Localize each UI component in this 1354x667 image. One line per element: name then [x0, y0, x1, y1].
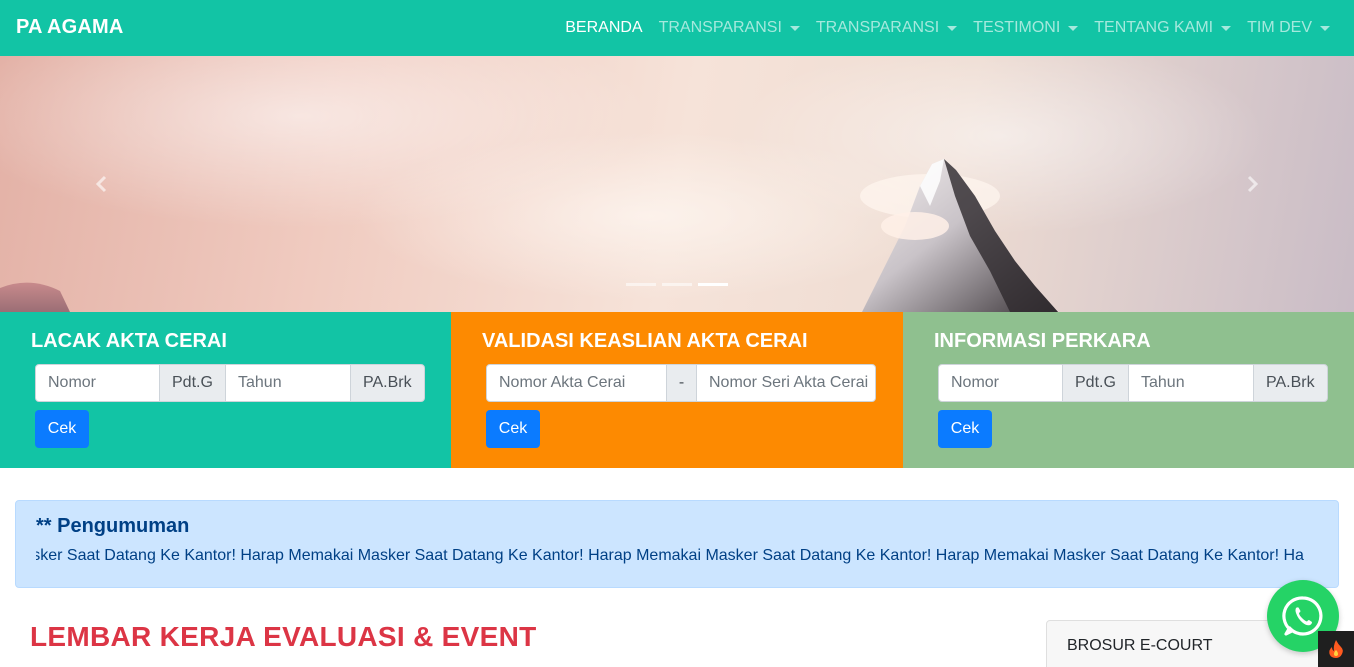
- carousel-prev-button[interactable]: [92, 174, 112, 194]
- lacak-pdtg-addon: Pdt.G: [159, 364, 226, 402]
- carousel-indicator-2[interactable]: [662, 283, 692, 286]
- lacak-tahun-input[interactable]: Tahun: [225, 364, 351, 402]
- announcement-marquee: Masker Saat Datang Ke Kantor! Harap Mema…: [36, 545, 1318, 567]
- caret-down-icon: [1221, 25, 1232, 31]
- nav-item-label: TRANSPARANSI: [815, 19, 940, 36]
- validasi-input-group: Nomor Akta Cerai - Nomor Seri Akta Cerai: [486, 364, 876, 402]
- nav-item-label: BERANDA: [565, 19, 643, 36]
- section-title: LEMBAR KERJA EVALUASI & EVENT: [30, 621, 537, 652]
- chevron-right-icon: [1247, 175, 1259, 193]
- announcement-title: ** Pengumuman: [36, 515, 190, 537]
- panel-title: LACAK AKTA CERAI: [31, 330, 227, 352]
- chevron-left-icon: [95, 175, 107, 193]
- informasi-perkara-panel: INFORMASI PERKARA Nomor Pdt.G Tahun PA.B…: [903, 312, 1354, 468]
- separator-addon: -: [666, 364, 697, 402]
- nav-menu: BERANDA TRANSPARANSI TRANSPARANSI TESTIM…: [557, 0, 1338, 56]
- carousel-indicators: [626, 283, 728, 286]
- announcement-alert: ** Pengumuman Masker Saat Datang Ke Kant…: [15, 500, 1339, 588]
- nav-item-tentang-kami[interactable]: TENTANG KAMI: [1086, 19, 1239, 37]
- caret-down-icon: [789, 25, 800, 31]
- perkara-nomor-input[interactable]: Nomor: [938, 364, 1063, 402]
- nav-item-tim-dev[interactable]: TIM DEV: [1239, 19, 1338, 37]
- nav-item-label: TESTIMONI: [973, 19, 1061, 36]
- lacak-akta-cerai-panel: LACAK AKTA CERAI Nomor Pdt.G Tahun PA.Br…: [0, 312, 451, 468]
- carousel-indicator-1[interactable]: [626, 283, 656, 286]
- lacak-pabrk-addon: PA.Brk: [350, 364, 425, 402]
- perkara-input-group: Nomor Pdt.G Tahun PA.Brk: [938, 364, 1328, 402]
- nav-item-label: TRANSPARANSI: [658, 19, 782, 36]
- caret-down-icon: [1068, 25, 1079, 31]
- validasi-cek-button[interactable]: Cek: [486, 410, 540, 448]
- lacak-nomor-input[interactable]: Nomor: [35, 364, 160, 402]
- nav-item-beranda[interactable]: BERANDA: [557, 19, 650, 37]
- nomor-seri-akta-cerai-input[interactable]: Nomor Seri Akta Cerai: [696, 364, 876, 402]
- perkara-cek-button[interactable]: Cek: [938, 410, 992, 448]
- navbar: PA AGAMA BERANDA TRANSPARANSI TRANSPARAN…: [0, 0, 1354, 56]
- mountain-image: [0, 159, 1058, 312]
- brand-logo[interactable]: PA AGAMA: [16, 16, 124, 39]
- nav-item-label: TIM DEV: [1247, 19, 1312, 36]
- fire-button[interactable]: [1318, 631, 1354, 667]
- validasi-akta-cerai-panel: VALIDASI KEASLIAN AKTA CERAI Nomor Akta …: [451, 312, 903, 468]
- nav-item-label: TENTANG KAMI: [1094, 19, 1214, 36]
- perkara-pabrk-addon: PA.Brk: [1253, 364, 1328, 402]
- nav-item-transparansi-1[interactable]: TRANSPARANSI: [651, 19, 808, 37]
- perkara-pdtg-addon: Pdt.G: [1062, 364, 1129, 402]
- caret-down-icon: [947, 25, 958, 31]
- fire-icon: [1329, 640, 1343, 658]
- carousel-next-button[interactable]: [1242, 174, 1262, 194]
- panel-title: INFORMASI PERKARA: [934, 330, 1151, 352]
- nav-item-testimoni[interactable]: TESTIMONI: [965, 19, 1086, 37]
- lacak-cek-button[interactable]: Cek: [35, 410, 89, 448]
- caret-down-icon: [1320, 25, 1330, 31]
- panel-title: VALIDASI KEASLIAN AKTA CERAI: [482, 330, 808, 352]
- nav-item-transparansi-2[interactable]: TRANSPARANSI: [808, 19, 965, 37]
- nomor-akta-cerai-input[interactable]: Nomor Akta Cerai: [486, 364, 667, 402]
- lacak-input-group: Nomor Pdt.G Tahun PA.Brk: [35, 364, 425, 402]
- hero-carousel: [0, 56, 1354, 312]
- card-title: BROSUR E-COURT: [1067, 637, 1213, 654]
- perkara-tahun-input[interactable]: Tahun: [1128, 364, 1254, 402]
- carousel-indicator-3[interactable]: [698, 283, 728, 286]
- announcement-text: Masker Saat Datang Ke Kantor! Harap Mema…: [36, 547, 1304, 564]
